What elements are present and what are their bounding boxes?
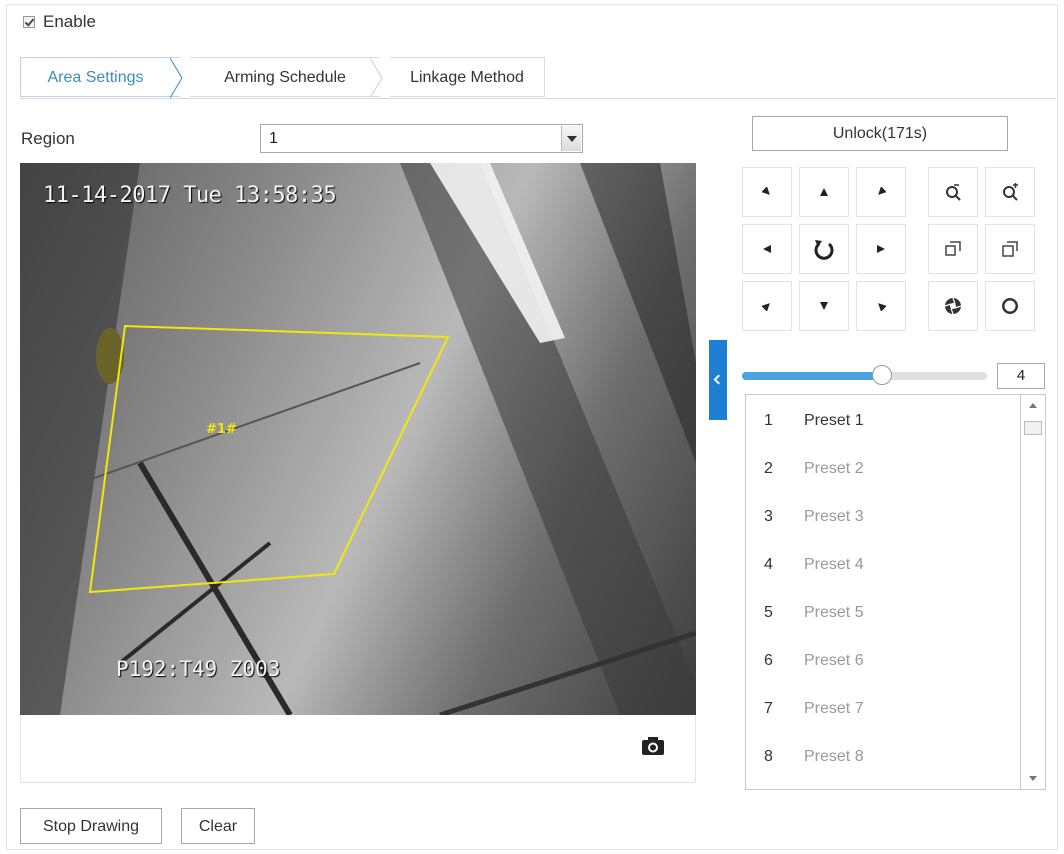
tab-area-settings[interactable]: Area Settings [20, 57, 183, 98]
preset-number: 3 [764, 508, 773, 525]
region-select[interactable]: 1 [260, 124, 583, 153]
preset-name: Preset 4 [804, 556, 864, 573]
preset-row[interactable]: 1 Preset 1 [746, 397, 1018, 445]
tab-linkage-method[interactable]: Linkage Method [390, 57, 545, 97]
iris-close-icon[interactable] [928, 281, 978, 331]
pan-down-icon[interactable] [799, 281, 849, 331]
camera-icon[interactable] [641, 736, 665, 756]
pan-left-up-icon[interactable] [742, 167, 792, 217]
preset-name: Preset 8 [804, 748, 864, 765]
preset-row[interactable]: 6 Preset 6 [746, 637, 1018, 685]
iris-open-icon[interactable] [985, 281, 1035, 331]
detection-area-polygon [88, 324, 450, 594]
preset-row[interactable]: 8 Preset 8 [746, 733, 1018, 781]
region-tag: #1# [206, 422, 237, 437]
tab-linkage-method-label: Linkage Method [410, 69, 524, 86]
ptz-speed-slider[interactable] [742, 365, 987, 385]
unlock-button[interactable]: Unlock(171s) [752, 116, 1008, 151]
video-scene [20, 163, 696, 715]
preset-name: Preset 1 [804, 412, 864, 429]
collapse-panel-button[interactable] [709, 340, 727, 420]
preset-name: Preset 3 [804, 508, 864, 525]
ptz-speed-value[interactable]: 4 [997, 363, 1045, 389]
ptz-speed-fill [742, 372, 882, 380]
stop-drawing-button[interactable]: Stop Drawing [20, 808, 162, 844]
scroll-thumb[interactable] [1024, 421, 1042, 435]
ptz-speed-handle[interactable] [871, 365, 892, 385]
chevron-down-icon[interactable] [561, 126, 581, 151]
osd-ptz-position: P192:T49 Z003 [116, 657, 281, 681]
preset-scrollbar[interactable] [1020, 394, 1046, 790]
preset-name: Preset 5 [804, 604, 864, 621]
preset-list: 1 Preset 1 2 Preset 2 3 Preset 3 4 Preset 4 5 Pre… [745, 394, 1020, 790]
preset-number: 2 [764, 460, 773, 477]
pan-right-up-icon[interactable] [856, 167, 906, 217]
preset-number: 8 [764, 748, 773, 765]
preset-row[interactable]: 4 Preset 4 [746, 541, 1018, 589]
pan-right-down-icon[interactable] [856, 281, 906, 331]
video-toolbar [20, 715, 696, 783]
preset-name: Preset 2 [804, 460, 864, 477]
tab-arming-schedule[interactable]: Arming Schedule [190, 57, 383, 98]
preset-number: 5 [764, 604, 773, 621]
preset-name: Preset 7 [804, 700, 864, 717]
live-video[interactable]: 11-14-2017 Tue 13:58:35 P192:T49 Z003 #1… [20, 163, 696, 715]
scroll-down-icon[interactable] [1029, 776, 1037, 781]
tab-area-settings-label: Area Settings [47, 69, 144, 86]
tab-bar: Area Settings Arming Schedule Linkage Me… [20, 57, 545, 99]
preset-number: 6 [764, 652, 773, 669]
focus-far-icon[interactable] [985, 224, 1035, 274]
zoom-out-icon[interactable] [928, 167, 978, 217]
tab-chevron-icon [370, 58, 383, 98]
preset-number: 4 [764, 556, 773, 573]
enable-label: Enable [43, 12, 96, 31]
preset-row[interactable]: 3 Preset 3 [746, 493, 1018, 541]
pan-left-icon[interactable] [742, 224, 792, 274]
preset-row[interactable]: 5 Preset 5 [746, 589, 1018, 637]
preset-number: 7 [764, 700, 773, 717]
pan-left-down-icon[interactable] [742, 281, 792, 331]
tab-arming-schedule-label: Arming Schedule [224, 69, 346, 86]
zoom-in-icon[interactable] [985, 167, 1035, 217]
preset-number: 1 [764, 412, 773, 429]
pan-right-icon[interactable] [856, 224, 906, 274]
clear-button[interactable]: Clear [181, 808, 255, 844]
osd-timestamp: 11-14-2017 Tue 13:58:35 [43, 183, 337, 208]
preset-row[interactable]: 7 Preset 7 [746, 685, 1018, 733]
preset-name: Preset 6 [804, 652, 864, 669]
scroll-up-icon[interactable] [1029, 403, 1037, 408]
enable-row[interactable]: Enable [23, 12, 96, 32]
preset-row[interactable]: 2 Preset 2 [746, 445, 1018, 493]
region-label: Region [21, 129, 75, 148]
auto-rotate-icon[interactable] [799, 224, 849, 274]
region-select-value: 1 [269, 130, 278, 147]
tab-chevron-icon [170, 58, 183, 98]
focus-near-icon[interactable] [928, 224, 978, 274]
pan-up-icon[interactable] [799, 167, 849, 217]
enable-checkbox[interactable] [23, 16, 35, 28]
